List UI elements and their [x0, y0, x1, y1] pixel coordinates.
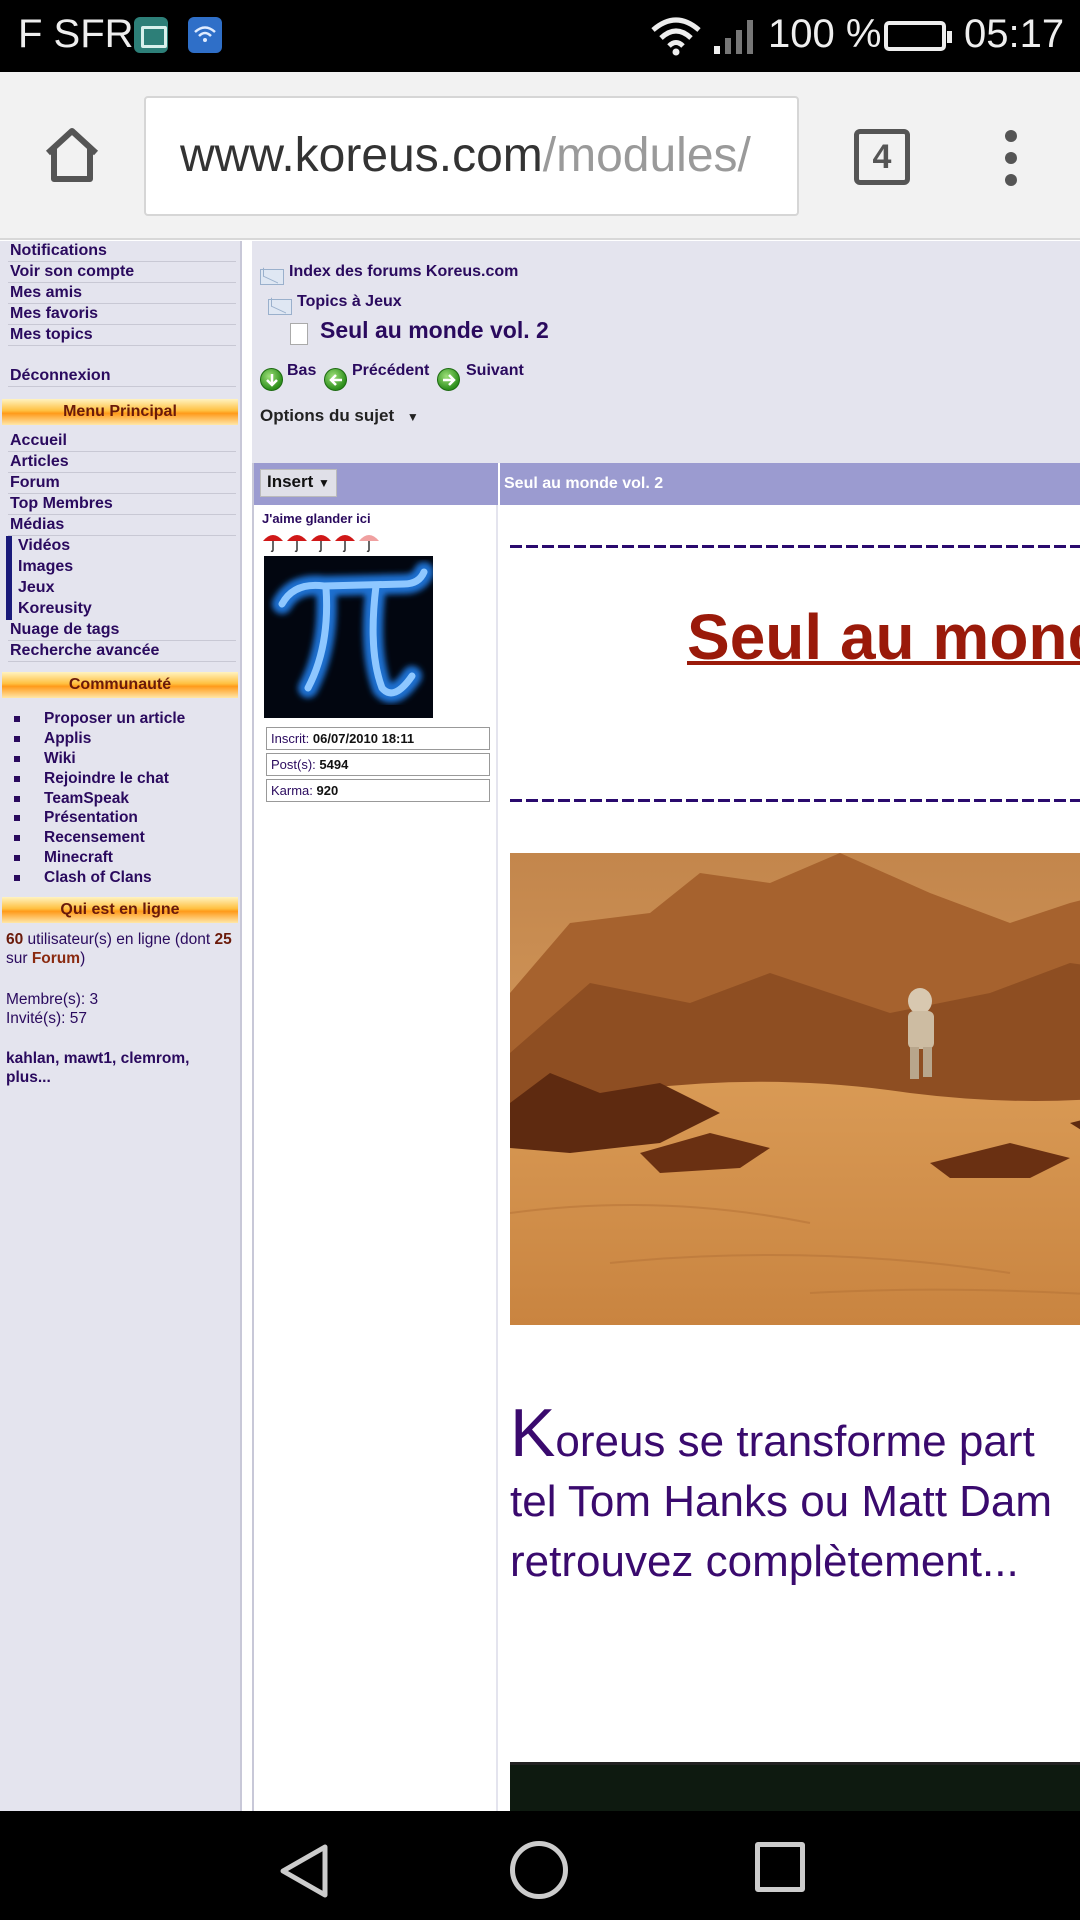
system-navigation-bar	[0, 1811, 1080, 1920]
community-item-minecraft[interactable]: Minecraft	[14, 848, 113, 868]
signal-icon	[714, 20, 753, 54]
post-intro-text: Koreus se transforme part tel Tom Hanks …	[510, 1399, 1080, 1592]
chevron-down-icon: ▼	[318, 476, 330, 490]
online-members: Membre(s): 3	[6, 991, 99, 1008]
status-bar: F SFR 100 % 05:17	[0, 0, 1080, 72]
next-link[interactable]: Suivant	[466, 362, 524, 380]
topic-document-icon	[290, 323, 308, 345]
community-item-presentation[interactable]: Présentation	[14, 808, 138, 828]
home-icon[interactable]	[42, 127, 102, 183]
web-page: Notifications Voir son compte Mes amis M…	[0, 241, 1080, 1811]
online-header: Qui est en ligne	[2, 897, 238, 923]
wifi-icon	[651, 17, 701, 56]
sidebar: Notifications Voir son compte Mes amis M…	[0, 241, 242, 1811]
online-forum-link[interactable]: Forum	[32, 950, 80, 967]
chevron-down-icon: ▼	[406, 410, 419, 424]
sidebar-link-notifications[interactable]: Notifications	[8, 241, 236, 262]
sidebar-item-top-membres[interactable]: Top Membres	[8, 494, 236, 515]
community-item-chat[interactable]: Rejoindre le chat	[14, 769, 169, 789]
sidebar-item-tag-cloud[interactable]: Nuage de tags	[8, 620, 236, 641]
bottom-link[interactable]: Bas	[287, 362, 316, 380]
sidebar-link-topics[interactable]: Mes topics	[8, 325, 236, 346]
arrow-right-icon[interactable]	[437, 368, 460, 391]
community-item-clash-of-clans[interactable]: Clash of Clans	[14, 868, 152, 888]
breadcrumb-topics-jeux[interactable]: Topics à Jeux	[297, 293, 402, 311]
intro-line-3: retrouvez complètement...	[510, 1537, 1019, 1586]
battery-icon	[884, 21, 952, 51]
dashed-divider	[510, 545, 1080, 548]
sidebar-link-favorites[interactable]: Mes favoris	[8, 304, 236, 325]
menu-principal-header: Menu Principal	[2, 399, 238, 425]
url-host: www.koreus.com	[180, 129, 543, 182]
overflow-menu-icon[interactable]	[1000, 130, 1022, 196]
post-title: Seul au mond	[687, 601, 1080, 673]
battery-percent: 100 %	[768, 12, 882, 56]
online-member-names[interactable]: kahlan, mawt1, clemrom, plus...	[6, 1049, 236, 1087]
sidebar-subitem-videos[interactable]: Vidéos	[6, 536, 236, 557]
rank-umbrella-icons	[263, 535, 379, 553]
sidebar-item-accueil[interactable]: Accueil	[8, 431, 236, 452]
author-karma: Karma: 920	[266, 779, 490, 802]
forum-category-icon	[268, 299, 292, 315]
previous-link[interactable]: Précédent	[352, 362, 429, 380]
online-summary: 60 utilisateur(s) en ligne (dont 25 sur …	[6, 931, 232, 967]
community-item-teamspeak[interactable]: TeamSpeak	[14, 789, 129, 809]
intro-dropcap: K	[510, 1395, 556, 1471]
sidebar-subitem-jeux[interactable]: Jeux	[6, 578, 236, 599]
community-item-wiki[interactable]: Wiki	[14, 749, 76, 769]
community-item-applis[interactable]: Applis	[14, 729, 91, 749]
carrier-name: F SFR	[18, 12, 134, 56]
dashed-divider	[510, 799, 1080, 802]
image-notification-icon	[134, 17, 168, 53]
intro-line-1: oreus se transforme part	[555, 1417, 1035, 1466]
clock: 05:17	[964, 12, 1065, 56]
page-title: Seul au monde vol. 2	[320, 317, 549, 343]
sidebar-item-medias[interactable]: Médias	[8, 515, 236, 536]
second-image	[510, 1762, 1080, 1811]
post-body: Seul au mond Koreus se transforme part t…	[510, 505, 1080, 1811]
address-bar[interactable]: www.koreus.com/modules/	[144, 96, 799, 216]
forum-index-icon	[260, 269, 284, 285]
recent-apps-icon[interactable]	[755, 1842, 805, 1892]
avatar[interactable]	[264, 556, 433, 718]
sidebar-subitem-koreusity[interactable]: Koreusity	[6, 599, 236, 620]
online-guests: Invité(s): 57	[6, 1010, 87, 1027]
community-header: Communauté	[2, 672, 238, 698]
online-more-link[interactable]: plus...	[6, 1069, 51, 1086]
author-panel: J'aime glander ici Inscrit: 06/07/2010 1…	[254, 505, 498, 1811]
sidebar-link-account[interactable]: Voir son compte	[8, 262, 236, 283]
sidebar-subitem-images[interactable]: Images	[6, 557, 236, 578]
logout-link[interactable]: Déconnexion	[8, 366, 236, 387]
forum-content: Index des forums Koreus.com Topics à Jeu…	[252, 241, 1080, 1811]
intro-line-2: tel Tom Hanks ou Matt Dam	[510, 1477, 1053, 1526]
breadcrumb-forum-index[interactable]: Index des forums Koreus.com	[289, 263, 518, 281]
post-header-left: Insert ▼	[254, 463, 498, 505]
back-icon[interactable]	[275, 1841, 331, 1901]
wifi-notification-icon	[188, 17, 222, 53]
sidebar-item-advanced-search[interactable]: Recherche avancée	[8, 641, 236, 662]
home-button-icon[interactable]	[510, 1841, 568, 1899]
arrow-down-icon[interactable]	[260, 368, 283, 391]
community-item-propose-article[interactable]: Proposer un article	[14, 709, 185, 729]
tab-switcher-button[interactable]: 4	[854, 129, 910, 185]
community-item-recensement[interactable]: Recensement	[14, 828, 145, 848]
sidebar-item-articles[interactable]: Articles	[8, 452, 236, 473]
topic-options-dropdown[interactable]: Options du sujet ▼	[260, 406, 419, 426]
author-posts: Post(s): 5494	[266, 753, 490, 776]
post-header-title: Seul au monde vol. 2	[500, 463, 1080, 505]
url-path: /modules/	[542, 129, 751, 182]
insert-dropdown[interactable]: Insert ▼	[260, 469, 337, 497]
author-registered: Inscrit: 06/07/2010 18:11	[266, 727, 490, 750]
sidebar-item-forum[interactable]: Forum	[8, 473, 236, 494]
sidebar-link-friends[interactable]: Mes amis	[8, 283, 236, 304]
author-rank: J'aime glander ici	[262, 511, 371, 526]
browser-toolbar: www.koreus.com/modules/ 4	[0, 72, 1080, 240]
arrow-left-icon[interactable]	[324, 368, 347, 391]
mars-astronaut-image	[510, 853, 1080, 1325]
forum-post: Insert ▼ Seul au monde vol. 2 J'aime gla…	[252, 463, 1080, 1811]
